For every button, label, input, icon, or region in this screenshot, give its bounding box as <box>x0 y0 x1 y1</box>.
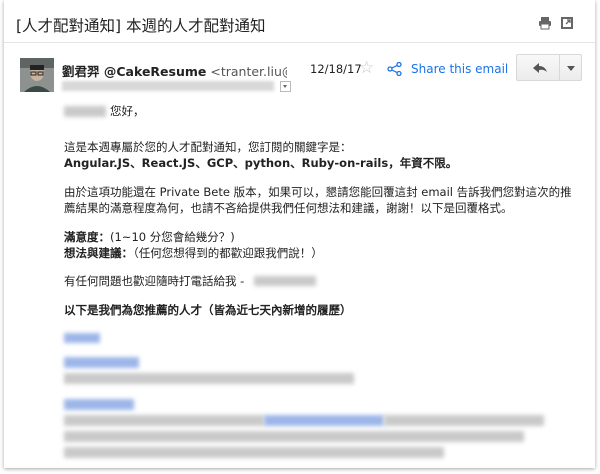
candidate-link-redacted[interactable] <box>64 357 139 368</box>
candidate-summary-redacted <box>64 373 354 384</box>
candidate-summary-redacted <box>384 415 544 426</box>
recipient-details-toggle[interactable] <box>280 81 291 92</box>
candidate-summary-redacted <box>64 447 444 458</box>
candidate-summary-redacted <box>64 431 524 442</box>
chevron-down-icon <box>283 85 287 88</box>
sender-line: 劉君羿 @CakeResume <tranter.liu@caker <box>62 61 287 80</box>
reply-button[interactable] <box>516 54 560 81</box>
email-date: 12/18/17 <box>310 62 362 76</box>
recipient-redacted <box>62 81 274 91</box>
printer-icon[interactable] <box>538 16 552 30</box>
feedback-hint: （任何您想得到的都歡迎跟我們說！） <box>133 246 323 260</box>
greeting: 您好， <box>110 104 145 118</box>
sender-name[interactable]: 劉君羿 @CakeResume <box>62 64 206 79</box>
avatar <box>20 58 54 92</box>
satisfaction-hint: (1~10 分您會給幾分？) <box>110 230 235 244</box>
feedback-request-line-1: 由於這項功能還在 Private Bete 版本，如果可以，懇請您能回覆這封 e… <box>64 185 572 199</box>
contact-line: 有任何問題也歡迎隨時打電話給我 - <box>64 274 245 288</box>
recipient-name-redacted <box>64 106 106 117</box>
intro-line: 這是本週專屬於您的人才配對通知，您訂閱的關鍵字是： <box>64 140 352 154</box>
share-icon[interactable] <box>387 62 402 76</box>
phone-redacted <box>254 276 316 286</box>
share-email-link[interactable]: Share this email <box>411 62 508 76</box>
candidate-summary-redacted <box>64 415 264 426</box>
more-actions-button[interactable] <box>560 54 582 81</box>
satisfaction-line: 滿意度：(1~10 分您會給幾分？) <box>64 229 235 245</box>
candidate-link-redacted[interactable] <box>64 399 134 410</box>
keyword-list: Angular.JS、React.JS、GCP、python、Ruby-on-r… <box>64 156 458 170</box>
feedback-request-line-2: 薦結果的滿意程度為何，也請不吝給提供我們任何想法和建議，謝謝！以下是回覆格式。 <box>64 201 513 215</box>
sender-email: <tranter.liu@caker <box>210 64 287 79</box>
reply-icon <box>533 63 547 73</box>
candidate-link-redacted[interactable] <box>264 415 384 426</box>
email-subject: [人才配對通知] 本週的人才配對通知 <box>16 17 266 35</box>
star-icon[interactable]: ☆ <box>359 58 374 78</box>
candidate-link-redacted[interactable] <box>64 333 100 343</box>
chevron-down-icon <box>567 66 575 71</box>
email-window: [人才配對通知] 本週的人才配對通知 劉君羿 @CakeResume <tran… <box>4 0 595 468</box>
recommendation-heading: 以下是我們為您推薦的人才（皆為近七天內新增的履歷） <box>64 303 352 317</box>
feedback-label: 想法與建議： <box>64 246 133 260</box>
feedback-line: 想法與建議：（任何您想得到的都歡迎跟我們說！） <box>64 245 323 261</box>
new-window-icon[interactable] <box>560 16 574 30</box>
header-divider <box>4 42 595 43</box>
satisfaction-label: 滿意度： <box>64 230 110 244</box>
